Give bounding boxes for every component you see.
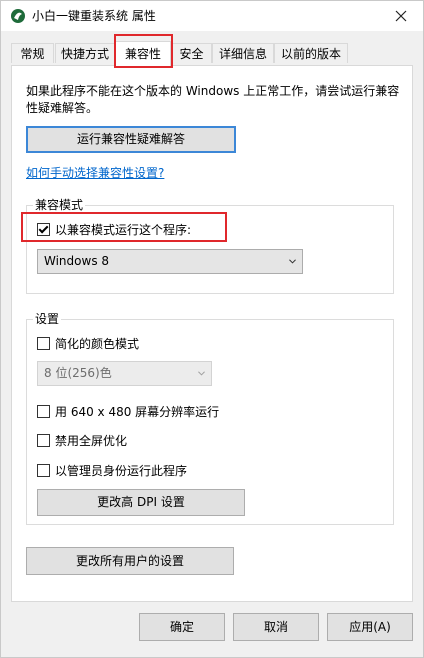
res-640-checkbox[interactable] — [37, 404, 50, 418]
compat-mode-group-label: 兼容模式 — [33, 197, 86, 213]
compat-mode-checkbox[interactable] — [37, 222, 50, 236]
compatibility-panel: 如果此程序不能在这个版本的 Windows 上正常工作，请尝试运行兼容性疑难解答… — [11, 65, 413, 602]
compat-mode-group: 兼容模式 以兼容模式运行这个程序: Windows 8 — [26, 197, 394, 294]
chevron-down-icon — [198, 371, 205, 376]
compat-mode-select[interactable]: Windows 8 — [37, 249, 303, 274]
settings-group: 设置 简化的颜色模式 8 位(256)色 用 640 x 480 屏幕分辨率运行… — [26, 311, 394, 525]
run-admin-checkbox-row[interactable]: 以管理员身份运行此程序 — [37, 462, 187, 478]
res-640-label: 用 640 x 480 屏幕分辨率运行 — [55, 404, 220, 419]
run-admin-label: 以管理员身份运行此程序 — [55, 463, 188, 478]
manual-settings-link[interactable]: 如何手动选择兼容性设置? — [26, 164, 164, 181]
tab-security[interactable]: 安全 — [171, 43, 212, 63]
cancel-button[interactable]: 取消 — [233, 613, 319, 641]
disable-fullscreen-checkbox-row[interactable]: 禁用全屏优化 — [37, 432, 127, 448]
chevron-down-icon — [289, 259, 296, 264]
tab-previous-versions[interactable]: 以前的版本 — [274, 43, 348, 63]
reduced-color-checkbox-row[interactable]: 简化的颜色模式 — [37, 335, 139, 351]
run-admin-checkbox[interactable] — [37, 463, 50, 477]
apply-button[interactable]: 应用(A) — [327, 613, 413, 641]
title-bar: 小白一键重装系统 属性 — [1, 1, 423, 31]
troubleshoot-button[interactable]: 运行兼容性疑难解答 — [26, 126, 236, 153]
change-dpi-button[interactable]: 更改高 DPI 设置 — [37, 489, 245, 516]
compat-mode-select-value: Windows 8 — [44, 254, 110, 268]
ok-button[interactable]: 确定 — [139, 613, 225, 641]
reduced-color-label: 简化的颜色模式 — [55, 336, 140, 351]
tab-shortcut[interactable]: 快捷方式 — [55, 43, 115, 63]
window-title: 小白一键重装系统 属性 — [32, 9, 156, 23]
compat-description: 如果此程序不能在这个版本的 Windows 上正常工作，请尝试运行兼容性疑难解答… — [26, 84, 400, 115]
disable-fullscreen-label: 禁用全屏优化 — [55, 433, 128, 448]
settings-group-label: 设置 — [33, 311, 62, 327]
color-mode-select-value: 8 位(256)色 — [44, 366, 112, 380]
close-button[interactable] — [379, 1, 423, 31]
properties-window: 小白一键重装系统 属性 常规 快捷方式 兼容性 安全 详细信息 以前的版本 如果… — [0, 0, 424, 658]
tab-compatibility[interactable]: 兼容性 — [115, 41, 171, 66]
tab-strip: 常规 快捷方式 兼容性 安全 详细信息 以前的版本 — [11, 41, 413, 66]
compat-mode-checkbox-row[interactable]: 以兼容模式运行这个程序: — [37, 221, 191, 237]
compat-mode-checkbox-label: 以兼容模式运行这个程序: — [55, 222, 192, 237]
res-640-checkbox-row[interactable]: 用 640 x 480 屏幕分辨率运行 — [37, 403, 219, 419]
tab-details[interactable]: 详细信息 — [212, 43, 274, 63]
color-mode-select: 8 位(256)色 — [37, 361, 212, 386]
reduced-color-checkbox[interactable] — [37, 336, 50, 350]
close-icon — [395, 10, 407, 22]
disable-fullscreen-checkbox[interactable] — [37, 433, 50, 447]
app-icon — [11, 9, 25, 23]
all-users-settings-button[interactable]: 更改所有用户的设置 — [26, 547, 234, 575]
tab-general[interactable]: 常规 — [11, 43, 54, 63]
